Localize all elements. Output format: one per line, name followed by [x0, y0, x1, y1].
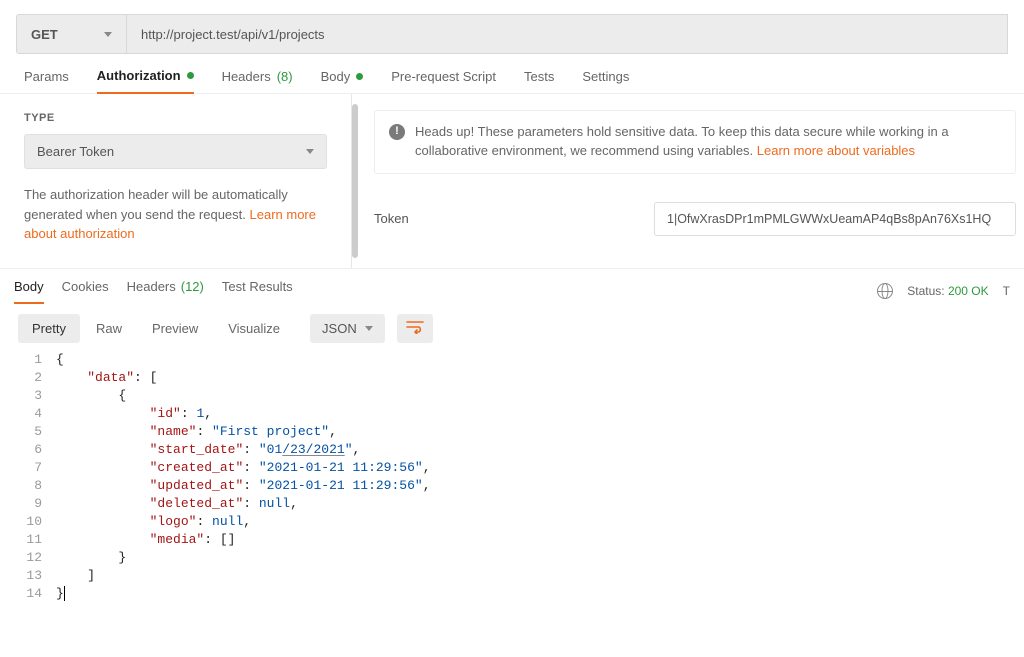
- tab-prerequest[interactable]: Pre-request Script: [391, 68, 496, 93]
- auth-type-label: TYPE: [24, 112, 327, 124]
- chevron-down-icon: [365, 326, 373, 331]
- token-label: Token: [374, 211, 634, 226]
- globe-icon[interactable]: [877, 283, 893, 299]
- auth-left: TYPE Bearer Token The authorization head…: [0, 94, 352, 268]
- info-icon: !: [389, 124, 405, 140]
- time-prefix: T: [1003, 284, 1010, 298]
- code-content[interactable]: { "data": [ { "id": 1, "name": "First pr…: [56, 351, 431, 603]
- view-visualize[interactable]: Visualize: [214, 314, 294, 343]
- response-status: Status: 200 OK T: [877, 283, 1010, 299]
- auth-scrollbar[interactable]: [352, 104, 358, 258]
- request-bar: GET http://project.test/api/v1/projects: [16, 14, 1008, 54]
- method-select[interactable]: GET: [17, 15, 127, 53]
- resp-tab-cookies[interactable]: Cookies: [62, 279, 109, 304]
- resp-tab-body[interactable]: Body: [14, 279, 44, 304]
- tab-headers[interactable]: Headers (8): [222, 68, 293, 93]
- learn-more-variables-link[interactable]: Learn more about variables: [757, 143, 915, 158]
- response-view-bar: Pretty Raw Preview Visualize JSON: [0, 304, 1024, 351]
- auth-right: ! Heads up! These parameters hold sensit…: [352, 94, 1024, 268]
- token-row: Token 1|OfwXrasDPr1mPMLGWWxUeamAP4qBs8pA…: [374, 202, 1016, 236]
- auth-description: The authorization header will be automat…: [24, 185, 327, 244]
- chevron-down-icon: [104, 32, 112, 37]
- chevron-down-icon: [306, 149, 314, 154]
- tab-tests[interactable]: Tests: [524, 68, 554, 93]
- dot-indicator-icon: [356, 73, 363, 80]
- tab-body[interactable]: Body: [321, 68, 364, 93]
- response-body: 1234567891011121314 { "data": [ { "id": …: [0, 351, 1024, 611]
- token-input[interactable]: 1|OfwXrasDPr1mPMLGWWxUeamAP4qBs8pAn76Xs1…: [654, 202, 1016, 236]
- tab-authorization[interactable]: Authorization: [97, 68, 194, 94]
- wrap-lines-button[interactable]: [397, 314, 433, 343]
- view-raw[interactable]: Raw: [82, 314, 136, 343]
- auth-type-select[interactable]: Bearer Token: [24, 134, 327, 169]
- url-input[interactable]: http://project.test/api/v1/projects: [127, 15, 1007, 53]
- format-select[interactable]: JSON: [310, 314, 385, 343]
- resp-tab-test-results[interactable]: Test Results: [222, 279, 293, 304]
- view-preview[interactable]: Preview: [138, 314, 212, 343]
- auth-type-value: Bearer Token: [37, 144, 114, 159]
- tab-params[interactable]: Params: [24, 68, 69, 93]
- status-code: 200 OK: [948, 284, 989, 298]
- auth-panel: TYPE Bearer Token The authorization head…: [0, 94, 1024, 269]
- request-tabs: Params Authorization Headers (8) Body Pr…: [0, 54, 1024, 94]
- tab-settings[interactable]: Settings: [582, 68, 629, 93]
- sensitive-data-warning: ! Heads up! These parameters hold sensit…: [374, 110, 1016, 174]
- view-pretty[interactable]: Pretty: [18, 314, 80, 343]
- wrap-icon: [406, 320, 424, 334]
- method-value: GET: [31, 27, 58, 42]
- resp-tab-headers[interactable]: Headers (12): [127, 279, 204, 304]
- dot-indicator-icon: [187, 72, 194, 79]
- response-tabs: Body Cookies Headers (12) Test Results S…: [0, 269, 1024, 304]
- url-value: http://project.test/api/v1/projects: [141, 27, 325, 42]
- line-gutter: 1234567891011121314: [0, 351, 56, 603]
